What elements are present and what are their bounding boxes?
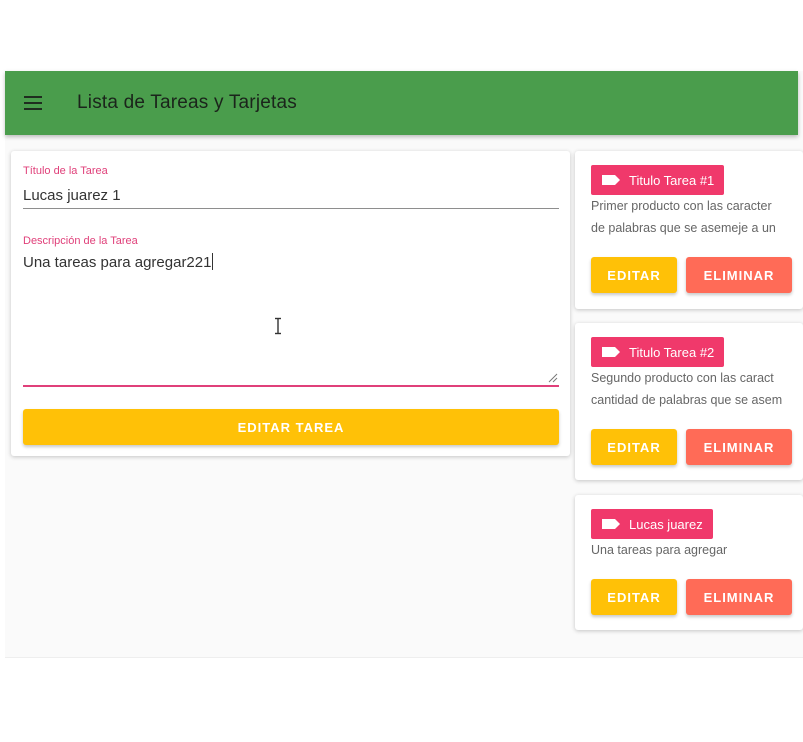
task-title-tag: Lucas juarez xyxy=(591,509,713,539)
delete-button[interactable]: ELIMINAR xyxy=(686,579,792,615)
edit-button[interactable]: EDITAR xyxy=(591,257,677,293)
description-text: Una tareas para agregar221 xyxy=(23,253,214,271)
title-input[interactable] xyxy=(23,184,558,206)
task-description: Una tareas para agregar xyxy=(591,539,803,561)
menu-icon-line xyxy=(24,102,42,104)
task-description-line: de palabras que se asemeje a un xyxy=(591,221,776,235)
task-description: Primer producto con las caracter de pala… xyxy=(591,195,803,239)
menu-icon-line xyxy=(24,96,42,98)
browser-viewport: Lista de Tareas y Tarjetas Título de la … xyxy=(0,0,803,742)
delete-button[interactable]: ELIMINAR xyxy=(686,257,792,293)
task-description-line: Segundo producto con las caract xyxy=(591,371,774,385)
description-value: Una tareas para agregar221 xyxy=(23,254,212,271)
app-bar: Lista de Tareas y Tarjetas xyxy=(5,71,798,135)
label-icon xyxy=(602,347,620,357)
task-card: Titulo Tarea #1 Primer producto con las … xyxy=(575,151,803,309)
task-title: Titulo Tarea #2 xyxy=(629,344,715,360)
edit-button[interactable]: EDITAR xyxy=(591,579,677,615)
task-card: Lucas juarez Una tareas para agregar EDI… xyxy=(575,495,803,630)
task-description: Segundo producto con las caract cantidad… xyxy=(591,367,803,411)
task-title: Titulo Tarea #1 xyxy=(629,172,715,188)
task-description-line: cantidad de palabras que se asem xyxy=(591,393,783,407)
edit-task-button[interactable]: EDITAR TAREA xyxy=(23,409,559,445)
delete-button[interactable]: ELIMINAR xyxy=(686,429,792,465)
title-field-label: Título de la Tarea xyxy=(23,165,108,177)
edit-button[interactable]: EDITAR xyxy=(591,429,677,465)
text-cursor-icon xyxy=(275,317,281,335)
task-description-line: Primer producto con las caracter xyxy=(591,199,772,213)
text-caret xyxy=(212,253,214,270)
app-title: Lista de Tareas y Tarjetas xyxy=(77,92,297,113)
description-field-label: Descripción de la Tarea xyxy=(23,235,138,247)
task-description-line: Una tareas para agregar xyxy=(591,543,728,557)
task-title: Lucas juarez xyxy=(629,516,703,532)
label-icon xyxy=(602,175,620,185)
menu-icon-line xyxy=(24,108,42,110)
resize-handle-icon[interactable] xyxy=(548,373,558,383)
title-field-underline xyxy=(23,208,559,209)
task-title-tag: Titulo Tarea #2 xyxy=(591,337,725,367)
task-card: Titulo Tarea #2 Segundo producto con las… xyxy=(575,323,803,480)
menu-icon[interactable] xyxy=(24,91,48,115)
task-form-card: Título de la Tarea Descripción de la Tar… xyxy=(11,151,570,456)
label-icon xyxy=(602,519,620,529)
task-title-tag: Titulo Tarea #1 xyxy=(591,165,725,195)
description-field-underline xyxy=(23,385,559,387)
